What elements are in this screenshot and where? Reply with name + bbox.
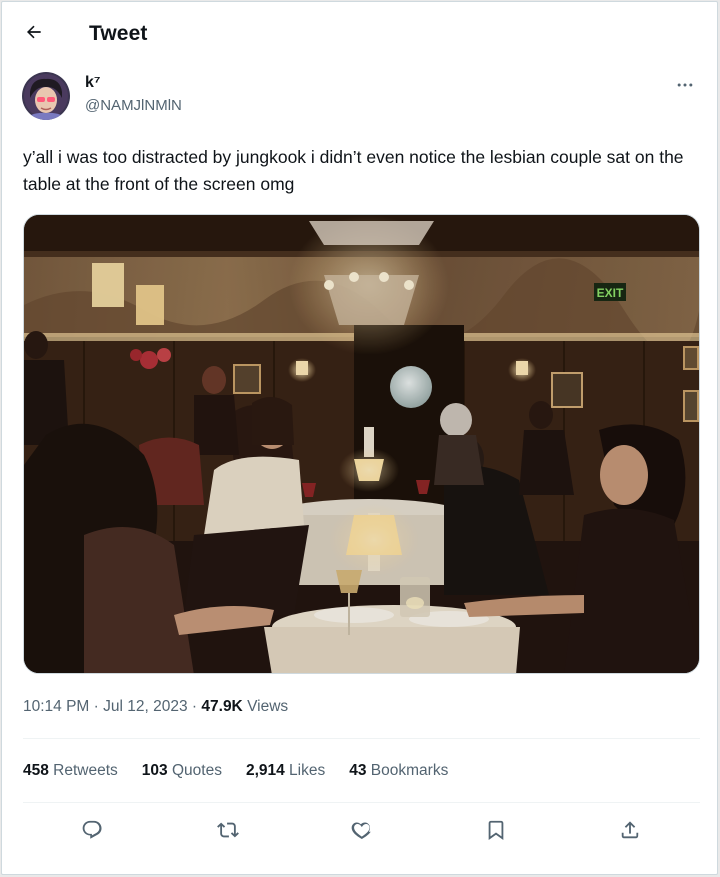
back-button[interactable] <box>16 16 52 52</box>
tweet-author: k⁷ @NAMJlNMlN <box>22 70 702 122</box>
tweet-time[interactable]: 10:14 PM <box>23 698 89 715</box>
tweet-page: Tweet k⁷ @NAMJlNMlN y’all i was too dist… <box>1 1 718 875</box>
views-label: Views <box>242 698 289 715</box>
bookmark-icon <box>485 819 507 846</box>
heart-icon <box>351 819 373 846</box>
display-name[interactable]: k⁷ <box>85 74 101 92</box>
retweet-button[interactable] <box>210 814 246 850</box>
quotes-stat[interactable]: 103 Quotes <box>142 762 222 780</box>
bookmark-button[interactable] <box>478 814 514 850</box>
likes-stat[interactable]: 2,914 Likes <box>246 762 325 780</box>
tweet-stats: 458 Retweets 103 Quotes 2,914 Likes 43 B… <box>23 762 448 780</box>
divider <box>23 738 700 739</box>
header: Tweet <box>2 2 717 68</box>
like-button[interactable] <box>344 814 380 850</box>
divider <box>23 802 700 803</box>
page-title: Tweet <box>89 22 148 45</box>
tweet-meta: 10:14 PM · Jul 12, 2023 · 47.9K Views <box>23 698 288 716</box>
share-button[interactable] <box>612 814 648 850</box>
views-count: 47.9K <box>201 698 243 715</box>
meta-separator: · <box>187 698 202 715</box>
retweet-icon <box>217 819 239 846</box>
more-horizontal-icon <box>675 75 695 100</box>
more-button[interactable] <box>670 72 700 102</box>
reply-icon <box>81 819 103 846</box>
meta-separator: · <box>89 698 104 715</box>
tweet-media-image[interactable]: EXIT <box>23 214 700 674</box>
user-handle[interactable]: @NAMJlNMlN <box>85 97 182 114</box>
avatar[interactable] <box>22 72 70 120</box>
share-icon <box>619 819 641 846</box>
arrow-left-icon <box>24 22 44 47</box>
retweets-stat[interactable]: 458 Retweets <box>23 762 118 780</box>
tweet-text: y’all i was too distracted by jungkook i… <box>23 147 684 194</box>
reply-button[interactable] <box>74 814 110 850</box>
bookmarks-stat[interactable]: 43 Bookmarks <box>349 762 448 780</box>
tweet-date[interactable]: Jul 12, 2023 <box>103 698 187 715</box>
tweet-actions <box>2 812 717 852</box>
